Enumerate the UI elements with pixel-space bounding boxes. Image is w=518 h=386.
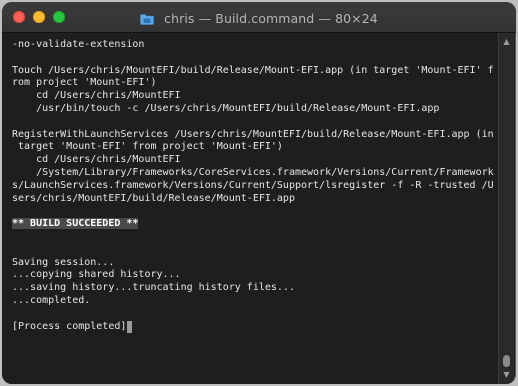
title-bar[interactable]: chris — Build.command — 80×24: [2, 2, 516, 33]
scroll-up-arrow-icon[interactable]: ▲: [499, 35, 514, 49]
terminal-line: /usr/bin/touch -c /Users/chris/MountEFI/…: [12, 102, 440, 114]
terminal-line: ** BUILD SUCCEEDED **: [12, 218, 494, 231]
terminal-line: RegisterWithLaunchServices /Users/chris/…: [12, 128, 494, 140]
terminal-line: cd /Users/chris/MountEFI: [12, 90, 181, 102]
terminal-line: Saving session...: [12, 256, 115, 268]
terminal-line: s/LaunchServices.framework/Versions/Curr…: [12, 179, 494, 191]
terminal-window: chris — Build.command — 80×24 -no-valida…: [2, 2, 516, 384]
terminal-line: -no-validate-extension: [12, 39, 145, 50]
terminal-line: /System/Library/Frameworks/CoreServices.…: [12, 166, 494, 178]
terminal-line: cd /Users/chris/MountEFI: [12, 154, 181, 166]
window-title: chris — Build.command — 80×24: [164, 10, 378, 26]
terminal-line: ...completed.: [12, 294, 91, 306]
terminal-line: ...copying shared history...: [12, 269, 181, 281]
build-status-text: ** BUILD SUCCEEDED **: [12, 218, 139, 230]
terminal-line: target 'Mount-EFI' from project 'Mount-E…: [12, 141, 283, 153]
terminal-output[interactable]: -no-validate-extension Touch /Users/chris…: [2, 33, 498, 384]
scroll-thumb[interactable]: [503, 355, 510, 367]
scroll-down-arrow-icon[interactable]: ▼: [499, 368, 514, 382]
terminal-text: -no-validate-extension Touch /Users/chris…: [12, 39, 494, 333]
terminal-line: [Process completed]: [12, 320, 494, 334]
folder-icon: [140, 12, 154, 25]
title-area: chris — Build.command — 80×24: [2, 9, 516, 26]
terminal-line: rom project 'Mount-EFI'): [12, 77, 157, 89]
terminal-line: ...saving history...truncating history f…: [12, 282, 295, 294]
text-cursor: [127, 320, 133, 333]
terminal-line: sers/chris/MountEFI/build/Release/Mount-…: [12, 192, 295, 204]
vertical-scrollbar[interactable]: ▲ ▼: [498, 33, 514, 384]
terminal-line: Touch /Users/chris/MountEFI/build/Releas…: [12, 64, 494, 76]
